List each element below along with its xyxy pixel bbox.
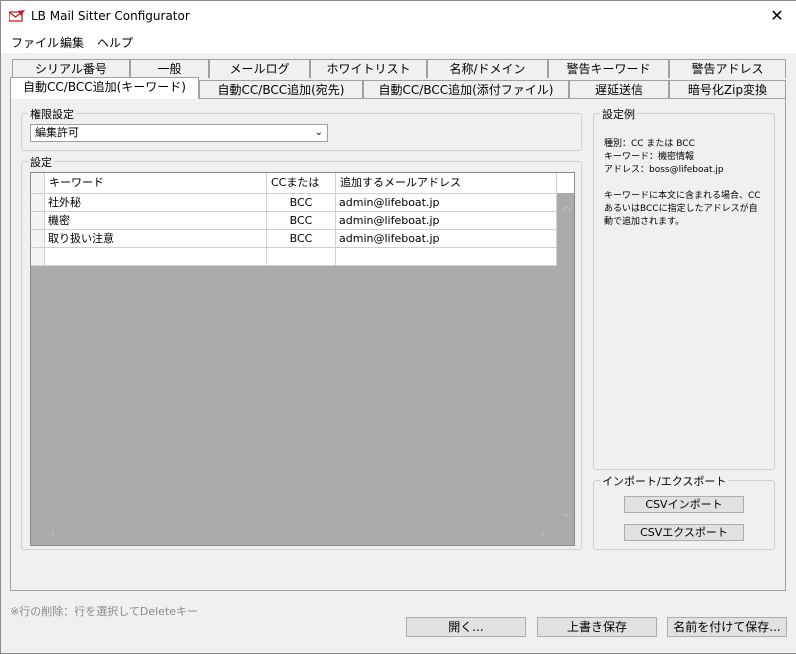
row-header[interactable] — [31, 212, 45, 230]
window-title: LB Mail Sitter Configurator — [31, 9, 190, 23]
table-row[interactable]: 社外秘 BCC admin@lifeboat.jp — [31, 194, 574, 212]
csv-import-button[interactable]: CSVインポート — [624, 496, 744, 513]
menu-edit[interactable]: 編集 — [60, 34, 84, 51]
import-export-group: インポート/エクスポート CSVインポート CSVエクスポート — [593, 473, 775, 550]
tab-whitelist[interactable]: ホワイトリスト — [310, 59, 427, 78]
app-logo-icon — [9, 10, 25, 22]
example-text: 種別：CC または BCC キーワード：機密情報 アドレス：boss@lifeb… — [604, 138, 764, 229]
vertical-scrollbar[interactable]: ︿ ﹀ — [557, 193, 574, 545]
delete-row-hint: ※行の削除：行を選択してDeleteキー — [10, 605, 199, 618]
tab-warning-address[interactable]: 警告アドレス — [669, 59, 786, 78]
close-icon[interactable]: ✕ — [762, 3, 792, 29]
menu-help[interactable]: ヘルプ — [97, 34, 133, 51]
chevron-down-icon: ⌄ — [314, 127, 323, 138]
ccbcc-cell[interactable] — [267, 248, 336, 266]
address-cell[interactable] — [336, 248, 557, 266]
tab-auto-cc-recipient[interactable]: 自動CC/BCC追加(宛先) — [199, 80, 363, 99]
row-header[interactable] — [31, 230, 45, 248]
settings-grid[interactable]: キーワード CCまたはBCC 追加するメールアドレス 社外秘 BCC admin… — [30, 172, 575, 546]
csv-export-button[interactable]: CSVエクスポート — [624, 524, 744, 541]
tab-encrypted-zip[interactable]: 暗号化Zip変換 — [669, 80, 786, 99]
tab-serial[interactable]: シリアル番号 — [12, 59, 130, 78]
example-keyword: キーワード：機密情報 — [604, 152, 695, 162]
tab-delayed-send[interactable]: 遅延送信 — [569, 80, 669, 99]
menu-file[interactable]: ファイル — [11, 34, 59, 51]
permission-value: 編集許可 — [35, 126, 79, 139]
scroll-left-icon[interactable]: ‹ — [51, 529, 55, 539]
row-header[interactable] — [31, 248, 45, 266]
ccbcc-cell[interactable]: BCC — [267, 194, 336, 212]
title-bar: LB Mail Sitter Configurator ✕ — [1, 1, 796, 31]
horizontal-scrollbar[interactable]: ‹ › — [31, 527, 557, 545]
address-cell[interactable]: admin@lifeboat.jp — [336, 194, 557, 212]
permission-select[interactable]: 編集許可 ⌄ — [30, 124, 328, 142]
menu-bar: ファイル 編集 ヘルプ — [1, 31, 796, 53]
example-description: キーワードに本文に含まれる場合、CCあるいはBCCに指定したアドレスが自動で追加… — [604, 191, 761, 227]
ccbcc-cell[interactable]: BCC — [267, 230, 336, 248]
tab-warning-keyword[interactable]: 警告キーワード — [548, 59, 669, 78]
address-cell[interactable]: admin@lifeboat.jp — [336, 212, 557, 230]
grid-header: キーワード CCまたはBCC 追加するメールアドレス — [31, 173, 574, 209]
scroll-right-icon[interactable]: › — [541, 529, 545, 539]
settings-group: 設定 キーワード CCまたはBCC 追加するメールアドレス 社外秘 BCC ad… — [21, 154, 582, 550]
address-cell[interactable]: admin@lifeboat.jp — [336, 230, 557, 248]
permission-label: 権限設定 — [28, 106, 76, 122]
ccbcc-cell[interactable]: BCC — [267, 212, 336, 230]
keyword-cell[interactable] — [45, 248, 267, 266]
example-label: 設定例 — [600, 106, 637, 122]
example-group: 設定例 種別：CC または BCC キーワード：機密情報 アドレス：boss@l… — [593, 106, 775, 470]
tab-mail-log[interactable]: メールログ — [209, 59, 310, 78]
tab-name-domain[interactable]: 名称/ドメイン — [427, 59, 548, 78]
table-row[interactable]: 機密 BCC admin@lifeboat.jp — [31, 212, 574, 230]
new-table-row[interactable] — [31, 248, 574, 266]
open-button[interactable]: 開く... — [406, 617, 526, 637]
table-row[interactable]: 取り扱い注意 BCC admin@lifeboat.jp — [31, 230, 574, 248]
scroll-down-icon[interactable]: ﹀ — [562, 511, 571, 524]
corner-cell — [31, 173, 45, 193]
keyword-cell[interactable]: 機密 — [45, 212, 267, 230]
keyword-cell[interactable]: 取り扱い注意 — [45, 230, 267, 248]
scroll-up-icon[interactable]: ︿ — [562, 199, 571, 212]
tab-auto-cc-keyword[interactable]: 自動CC/BCC追加(キーワード) — [10, 77, 199, 99]
example-type: 種別：CC または BCC — [604, 139, 695, 149]
save-button[interactable]: 上書き保存 — [537, 617, 657, 637]
save-as-button[interactable]: 名前を付けて保存... — [667, 617, 787, 637]
col-address-header[interactable]: 追加するメールアドレス — [336, 173, 557, 193]
col-keyword-header[interactable]: キーワード — [45, 173, 267, 193]
permission-group: 権限設定 編集許可 ⌄ — [21, 106, 582, 151]
tab-auto-cc-attachment[interactable]: 自動CC/BCC追加(添付ファイル) — [363, 80, 569, 99]
row-header[interactable] — [31, 194, 45, 212]
tab-general[interactable]: 一般 — [130, 59, 209, 78]
example-address: アドレス：boss@lifeboat.jp — [604, 165, 724, 175]
keyword-cell[interactable]: 社外秘 — [45, 194, 267, 212]
settings-label: 設定 — [28, 154, 54, 170]
import-export-label: インポート/エクスポート — [600, 473, 729, 489]
col-ccbcc-header[interactable]: CCまたはBCC — [267, 173, 336, 209]
